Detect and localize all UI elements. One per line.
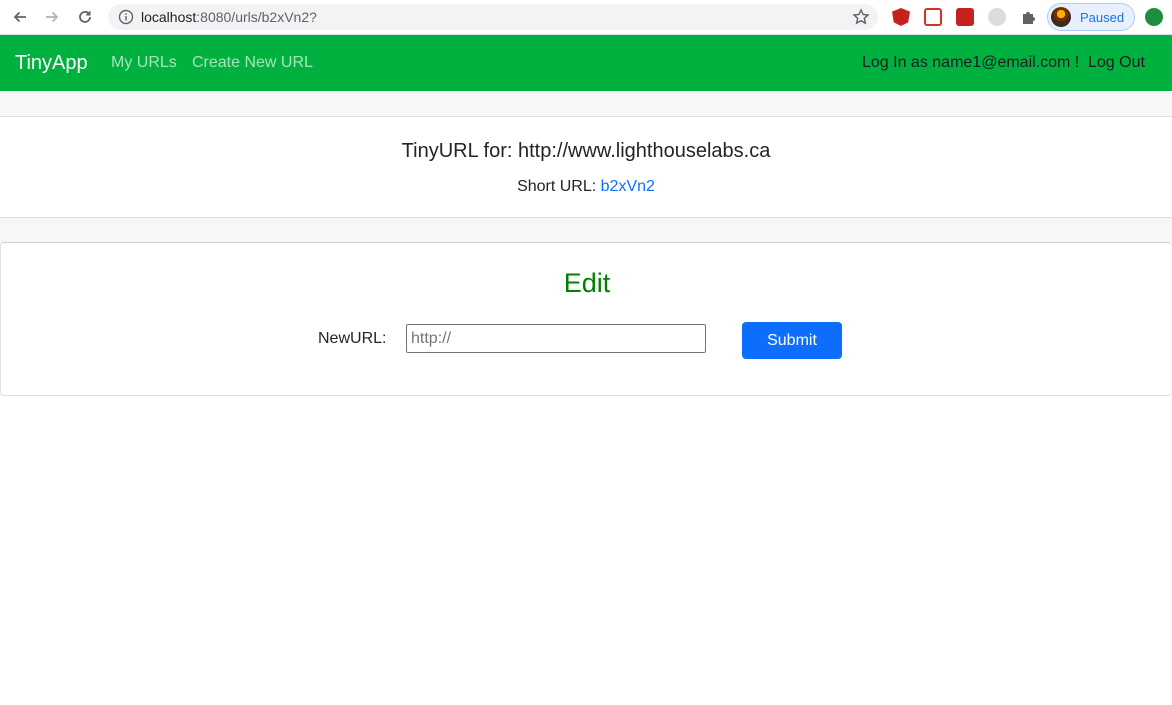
update-icon[interactable]	[1145, 8, 1163, 26]
bookmark-star-icon[interactable]	[852, 8, 870, 26]
profile-status: Paused	[1080, 10, 1125, 25]
short-url-line: Short URL: b2xVn2	[0, 178, 1172, 196]
address-bar[interactable]: localhost:8080/urls/b2xVn2?	[108, 4, 878, 30]
card-title: TinyURL for: http://www.lighthouselabs.c…	[401, 140, 771, 162]
back-button[interactable]	[8, 6, 32, 28]
shield-extension-icon[interactable]	[924, 8, 942, 26]
edit-card: Edit NewURL: Submit	[0, 242, 1172, 396]
back-arrow-icon	[13, 11, 26, 23]
new-url-input[interactable]	[406, 324, 706, 353]
edit-heading: Edit	[563, 268, 611, 298]
media-extension-icon[interactable]	[956, 8, 974, 26]
short-url-label: Short URL:	[517, 178, 601, 195]
spacer-band	[0, 91, 1172, 116]
submit-button[interactable]: Submit	[742, 322, 842, 359]
short-url-link[interactable]: b2xVn2	[601, 178, 655, 195]
brand-link[interactable]: TinyApp	[15, 52, 88, 74]
profile-button[interactable]: Paused	[1047, 3, 1135, 31]
reload-button[interactable]	[73, 6, 97, 28]
nav-my-urls[interactable]: My URLs	[111, 54, 177, 72]
site-info-icon[interactable]	[118, 9, 134, 25]
avatar	[1051, 7, 1071, 27]
logout-link[interactable]: Log Out	[1088, 54, 1145, 72]
forward-arrow-icon	[46, 11, 59, 23]
browser-toolbar: localhost:8080/urls/b2xVn2? Paused	[0, 0, 1172, 35]
login-status: Log In as name1@email.com !	[862, 54, 1080, 71]
url-info-card: TinyURL for: http://www.lighthouselabs.c…	[0, 116, 1172, 218]
app-navbar: TinyApp My URLs Create New URL Log In as…	[0, 35, 1172, 91]
url-path: :8080/urls/b2xVn2?	[196, 9, 317, 25]
forward-button[interactable]	[40, 6, 64, 28]
url-host: localhost	[141, 9, 197, 25]
reload-icon	[79, 11, 91, 23]
address-url: localhost:8080/urls/b2xVn2?	[141, 9, 317, 25]
extensions-puzzle-icon[interactable]	[1020, 8, 1038, 26]
grayed-extension-icon[interactable]	[988, 8, 1006, 26]
new-url-label: NewURL:	[318, 330, 387, 347]
adblock-extension-icon[interactable]	[892, 8, 910, 26]
nav-create-new-url[interactable]: Create New URL	[192, 54, 313, 72]
spacer-band	[0, 218, 1172, 242]
